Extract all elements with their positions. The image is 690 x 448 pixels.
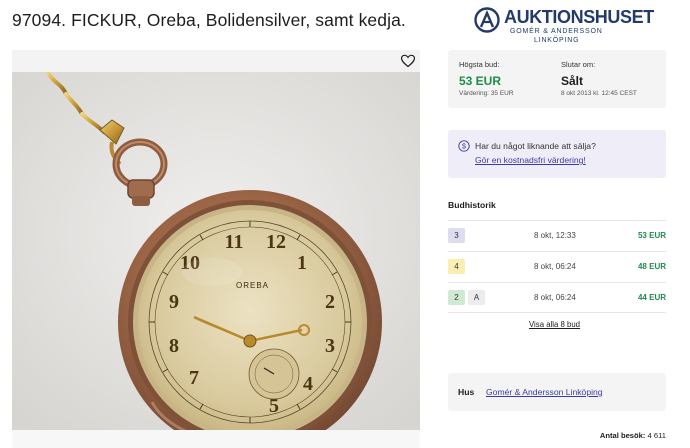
svg-text:2: 2 [325,291,335,313]
visit-count-label: Antal besök: [599,431,646,440]
svg-text:12: 12 [266,231,286,253]
show-all-bids-link[interactable]: Visa alla 8 bud [529,320,580,329]
free-valuation-link[interactable]: Gör en kostnadsfri värdering! [475,155,586,165]
house-link[interactable]: Gomér & Andersson Linköping [486,387,603,397]
bid-amount: 48 EUR [637,262,666,271]
svg-text:11: 11 [225,231,244,253]
bid-summary: Högsta bud: 53 EUR Värdering: 35 EUR Slu… [448,50,666,108]
ends-value: Sålt [561,74,584,88]
dollar-coin-icon: $ [458,140,470,152]
svg-text:9: 9 [169,291,179,313]
auction-end: Slutar om: Sålt 8 okt 2013 kl. 12:45 CES… [561,60,637,97]
image-thumbnails-bar [12,430,420,448]
valuation: Värdering: 35 EUR [459,90,514,97]
svg-text:8: 8 [169,335,179,357]
auto-bid-badge: A [468,290,485,305]
favorite-heart-icon[interactable] [400,53,416,69]
bid-time: 8 okt, 06:24 [534,293,576,302]
auction-house-box: Hus Gomér & Andersson Linköping [448,373,666,411]
logo-name: AUKTIONSHUSET [504,7,654,27]
svg-text:7: 7 [189,367,199,389]
highest-bid: Högsta bud: 53 EUR Värdering: 35 EUR [459,60,514,97]
logo-mark-icon [474,7,500,33]
auction-house-logo[interactable]: AUKTIONSHUSET GOMÉR & ANDERSSON LINKÖPIN… [474,5,654,44]
sell-similar-box: $ Har du något liknande att sälja? Gör e… [448,130,666,178]
image-toolbar [12,50,420,72]
bid-time: 8 okt, 12:33 [534,231,576,240]
ends-date: 8 okt 2013 kl. 12:45 CEST [561,90,637,97]
logo-subtitle: GOMÉR & ANDERSSON LINKÖPING [510,28,603,44]
highest-bid-label: Högsta bud: [459,60,500,69]
bidder-badge: 4 [448,259,465,274]
highest-bid-value: 53 EUR [459,74,502,88]
ends-label: Slutar om: [561,60,596,69]
bid-amount: 53 EUR [637,231,666,240]
lot-title: 97094. FICKUR, Oreba, Bolidensilver, sam… [12,10,406,30]
bid-history-row: 4 8 okt, 06:24 48 EUR [448,251,666,282]
svg-text:1: 1 [297,252,307,274]
lot-image-gallery[interactable]: 1 2 3 4 5 7 8 9 10 11 12 OREBA [12,50,420,448]
bid-amount: 44 EUR [637,293,666,302]
pocket-watch-photo[interactable]: 1 2 3 4 5 7 8 9 10 11 12 OREBA [12,72,420,430]
sell-question: Har du något liknande att sälja? [475,141,596,151]
bid-history-title: Budhistorik [448,200,496,210]
bid-history-row: 3 8 okt, 12:33 53 EUR [448,220,666,251]
svg-text:4: 4 [303,373,313,395]
logo-city: LINKÖPING [534,37,580,44]
bid-history-row: 2 A 8 okt, 06:24 44 EUR [448,282,666,313]
visit-count: Antal besök: 4 611 [600,431,666,440]
svg-text:$: $ [462,144,466,151]
bid-time: 8 okt, 06:24 [534,262,576,271]
logo-sub-line: GOMÉR & ANDERSSON [510,28,603,35]
bidder-badge: 2 [448,290,465,305]
visit-count-value: 4 611 [647,431,666,440]
dial-brand-text: OREBA [236,281,269,290]
bidder-badge: 3 [448,228,465,243]
svg-text:3: 3 [325,335,335,357]
house-label: Hus [458,387,475,397]
